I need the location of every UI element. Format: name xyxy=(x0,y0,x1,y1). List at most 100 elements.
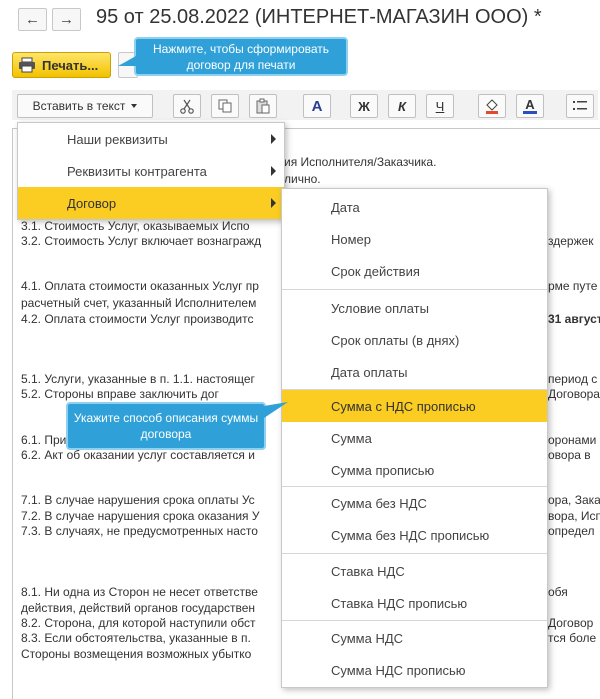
submenu-item-sum-vat-words[interactable]: Сумма с НДС прописью xyxy=(282,390,547,422)
italic-button[interactable]: К xyxy=(388,94,416,118)
chevron-down-icon xyxy=(131,104,138,108)
menu-item-label: Наши реквизиты xyxy=(67,132,168,147)
italic-icon: К xyxy=(398,98,406,114)
document-line: 7.1. В случае нарушения срока оплаты Ус xyxy=(21,493,255,507)
callout-pointer xyxy=(118,56,136,66)
font-color-button[interactable]: A xyxy=(516,94,544,118)
menu-item-our-details[interactable]: Наши реквизиты xyxy=(18,123,284,155)
arrow-right-icon: → xyxy=(59,11,74,28)
document-line: 6.1. При xyxy=(21,433,67,447)
document-line: 6.2. Акт об оказании услуг составляется … xyxy=(21,448,255,462)
copy-button[interactable] xyxy=(211,94,239,118)
paint-bucket-icon xyxy=(486,99,498,114)
submenu-item-sum-no-vat-words[interactable]: Сумма без НДС прописью xyxy=(282,519,547,551)
hint-callout-sum: Укажите способ описания суммы договора xyxy=(66,402,266,450)
bold-button[interactable]: Ж xyxy=(350,94,378,118)
chevron-right-icon xyxy=(271,166,276,176)
submenu-item-label: Срок действия xyxy=(331,264,420,279)
paste-button[interactable] xyxy=(249,94,277,118)
document-fragment: определ xyxy=(548,524,595,538)
document-fragment: рме путе xyxy=(548,279,598,293)
document-line: 4.1. Оплата стоимости оказанных Услуг пр xyxy=(21,279,259,293)
list-icon xyxy=(573,101,587,110)
insert-into-text-dropdown[interactable]: Вставить в текст xyxy=(17,94,153,118)
submenu-item-label: Сумма без НДС прописью xyxy=(331,528,490,543)
submenu-item-payment-term[interactable]: Срок оплаты (в днях) xyxy=(282,324,547,356)
document-fragment: обя xyxy=(548,585,568,599)
submenu-item-label: Сумма с НДС прописью xyxy=(331,399,476,414)
document-fragment: здержек xyxy=(548,234,594,248)
font-icon: A xyxy=(311,97,323,115)
submenu-item-validity[interactable]: Срок действия xyxy=(282,253,547,285)
bullet-list-button[interactable] xyxy=(566,94,594,118)
document-fragment: Договор xyxy=(548,616,594,630)
underline-button[interactable]: Ч xyxy=(426,94,454,118)
scissors-icon xyxy=(180,99,194,114)
fill-color-button[interactable] xyxy=(478,94,506,118)
document-line: 8.3. Если обстоятельства, указанные в п. xyxy=(21,631,251,645)
hint-callout-print-text: Нажмите, чтобы сформировать договор для … xyxy=(152,42,330,72)
font-color-icon: A xyxy=(525,96,535,112)
submenu-item-vat-rate[interactable]: Ставка НДС xyxy=(282,555,547,587)
submenu-item-vat-sum-words[interactable]: Сумма НДС прописью xyxy=(282,654,547,686)
document-line: 7.3. В случаях, не предусмотренных насто xyxy=(21,524,258,538)
submenu-item-label: Сумма xyxy=(331,431,372,446)
submenu-item-sum-words[interactable]: Сумма прописью xyxy=(282,454,547,486)
document-line: расчетный счет, указанный Исполнителем xyxy=(21,296,257,310)
submenu-item-payment-condition[interactable]: Условие оплаты xyxy=(282,292,547,324)
document-line: 4.2. Оплата стоимости Услуг производитс xyxy=(21,312,254,326)
menu-item-label: Реквизиты контрагента xyxy=(67,164,207,179)
document-line: 8.1. Ни одна из Сторон не несет ответств… xyxy=(21,585,258,599)
underline-icon: Ч xyxy=(435,98,445,114)
contract-submenu: Дата Номер Срок действия Условие оплаты … xyxy=(281,188,548,688)
document-line: лично. xyxy=(284,172,321,186)
document-fragment: период с xyxy=(548,372,598,386)
submenu-item-label: Сумма НДС прописью xyxy=(331,663,466,678)
submenu-item-label: Сумма НДС xyxy=(331,631,404,646)
submenu-item-vat-sum[interactable]: Сумма НДС xyxy=(282,622,547,654)
submenu-item-label: Условие оплаты xyxy=(331,301,429,316)
font-button[interactable]: A xyxy=(303,94,331,118)
submenu-item-number[interactable]: Номер xyxy=(282,221,547,253)
submenu-item-label: Ставка НДС xyxy=(331,564,405,579)
document-line: 5.1. Услуги, указанные в п. 1.1. настоящ… xyxy=(21,372,255,386)
forward-button[interactable]: → xyxy=(52,8,81,31)
submenu-item-sum[interactable]: Сумма xyxy=(282,422,547,454)
document-fragment: ора, Заказ xyxy=(548,493,600,507)
cut-button[interactable] xyxy=(173,94,201,118)
callout-pointer xyxy=(264,402,288,418)
submenu-item-date[interactable]: Дата xyxy=(282,189,547,221)
submenu-item-label: Срок оплаты (в днях) xyxy=(331,333,460,348)
insert-menu: Наши реквизиты Реквизиты контрагента Дог… xyxy=(17,122,285,220)
submenu-item-label: Дата оплаты xyxy=(331,365,408,380)
menu-separator xyxy=(282,620,547,621)
insert-into-text-label: Вставить в текст xyxy=(32,99,126,113)
document-fragment: 31 август xyxy=(548,312,600,326)
bold-icon: Ж xyxy=(358,98,370,114)
menu-item-counterparty-details[interactable]: Реквизиты контрагента xyxy=(18,155,284,187)
submenu-item-sum-no-vat[interactable]: Сумма без НДС xyxy=(282,487,547,519)
menu-separator xyxy=(282,289,547,290)
document-line: 7.2. В случае нарушения срока оказания У xyxy=(21,509,260,523)
print-button[interactable]: Печать... xyxy=(12,52,111,78)
submenu-item-label: Сумма прописью xyxy=(331,463,435,478)
paste-icon xyxy=(256,98,270,114)
menu-item-contract[interactable]: Договор xyxy=(18,187,284,219)
hint-callout-sum-text: Укажите способ описания суммы договора xyxy=(73,411,259,441)
copy-icon xyxy=(218,99,232,113)
document-fragment: тся боле xyxy=(548,631,597,645)
document-fragment: вора, Исп xyxy=(548,509,600,523)
document-line: 8.2. Сторона, для которой наступили обст xyxy=(21,616,256,630)
document-fragment: овора в xyxy=(548,448,591,462)
print-button-label: Печать... xyxy=(42,57,99,73)
document-fragment: оронами xyxy=(548,433,597,447)
font-color-bar xyxy=(523,110,537,114)
document-line: 5.2. Стороны вправе заключить дог xyxy=(21,387,219,401)
submenu-item-label: Ставка НДС прописью xyxy=(331,596,468,611)
submenu-item-label: Дата xyxy=(331,200,360,215)
document-line: 3.2. Стоимость Услуг включает вознагражд xyxy=(21,234,262,248)
submenu-item-vat-rate-words[interactable]: Ставка НДС прописью xyxy=(282,587,547,619)
back-button[interactable]: ← xyxy=(18,8,47,31)
hint-callout-print: Нажмите, чтобы сформировать договор для … xyxy=(134,37,348,76)
submenu-item-payment-date[interactable]: Дата оплаты xyxy=(282,356,547,388)
